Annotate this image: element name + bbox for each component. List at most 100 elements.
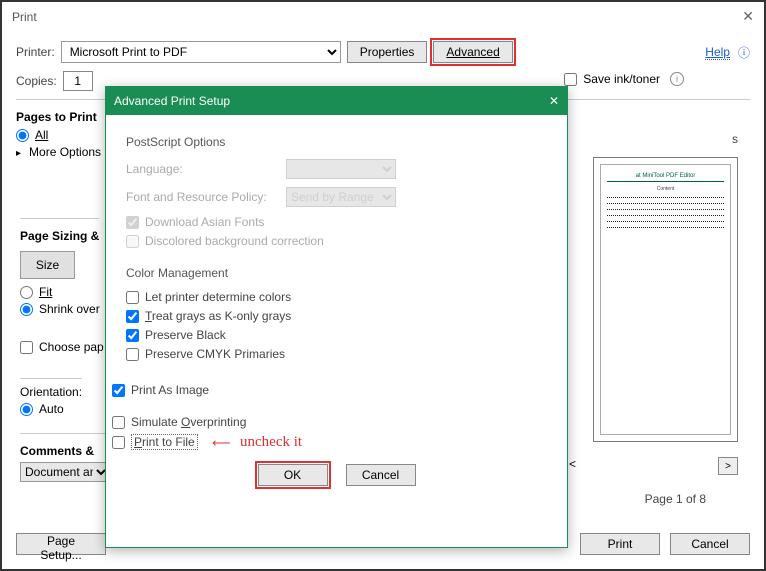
annotation-arrow-icon: ⟵ [212, 435, 231, 451]
separator [20, 378, 82, 379]
properties-button[interactable]: Properties [347, 41, 428, 63]
print-as-image-label: Print As Image [131, 383, 209, 397]
shrink-radio-row: Shrink over [20, 302, 100, 316]
treat-grays-label: Treat grays as K-only grays [145, 309, 291, 323]
color-management-title: Color Management [126, 266, 547, 280]
auto-label: Auto [39, 402, 64, 416]
download-asian-row: Download Asian Fonts [126, 215, 547, 229]
fit-radio[interactable] [20, 286, 33, 299]
help-link[interactable]: Help [705, 45, 730, 60]
cancel-button[interactable]: Cancel [670, 533, 750, 555]
nav-prev-button[interactable]: < [569, 457, 576, 471]
page-nav: > [718, 457, 738, 475]
choose-paper-checkbox[interactable] [20, 341, 33, 354]
nav-prev-wrap: < [569, 457, 576, 471]
simulate-overprinting-row: Simulate Overprinting [112, 415, 547, 429]
comments-label: Comments & [20, 444, 110, 458]
close-icon[interactable]: ✕ [549, 94, 559, 108]
discolored-bg-label: Discolored background correction [145, 234, 324, 248]
save-ink-label: Save ink/toner [583, 72, 660, 86]
close-icon[interactable]: ✕ [742, 8, 754, 25]
font-policy-label: Font and Resource Policy: [126, 190, 276, 204]
ok-button[interactable]: OK [258, 464, 328, 486]
preview-page: at MiniTool PDF Editor Content [600, 164, 731, 435]
separator [20, 218, 99, 219]
print-to-file-label: Print to File [131, 434, 198, 450]
preserve-cmyk-row: Preserve CMYK Primaries [126, 347, 547, 361]
preserve-black-label: Preserve Black [145, 328, 226, 342]
preserve-black-checkbox[interactable] [126, 329, 139, 342]
preserve-cmyk-label: Preserve CMYK Primaries [145, 347, 285, 361]
page-indicator: Page 1 of 8 [645, 492, 706, 506]
all-radio[interactable] [16, 129, 29, 142]
orientation-group: Orientation: Auto [20, 372, 82, 419]
download-asian-label: Download Asian Fonts [145, 215, 264, 229]
copies-label: Copies: [16, 74, 57, 88]
language-select [286, 159, 396, 179]
language-row: Language: [126, 159, 547, 179]
annotation-text: uncheck it [240, 434, 302, 451]
separator [20, 433, 110, 434]
treat-grays-checkbox[interactable] [126, 310, 139, 323]
auto-radio-row: Auto [20, 402, 82, 416]
page-setup-button[interactable]: Page Setup... [16, 533, 106, 555]
preserve-black-row: Preserve Black [126, 328, 547, 342]
print-as-image-checkbox[interactable] [112, 384, 125, 397]
size-button[interactable]: Size [20, 251, 75, 279]
orientation-label: Orientation: [20, 385, 82, 399]
choose-paper-label: Choose pap [39, 340, 104, 354]
print-button[interactable]: Print [580, 533, 660, 555]
chevron-right-icon [16, 145, 25, 159]
info-icon[interactable]: i [670, 72, 684, 86]
printer-row: Printer: Microsoft Print to PDF Properti… [16, 41, 750, 63]
font-policy-select: Send by Range [286, 187, 396, 207]
all-label: All [35, 128, 48, 142]
simulate-overprinting-label: Simulate Overprinting [131, 415, 246, 429]
printer-select[interactable]: Microsoft Print to PDF [61, 41, 341, 63]
nav-next-button[interactable]: > [718, 457, 738, 475]
print-to-file-checkbox[interactable] [112, 436, 125, 449]
shrink-label: Shrink over [39, 302, 100, 316]
postscript-options-title: PostScript Options [126, 135, 547, 149]
copies-input[interactable] [63, 71, 93, 91]
comments-select[interactable]: Document an [20, 462, 110, 482]
preview-doc-title: at MiniTool PDF Editor [607, 173, 724, 182]
more-options-label: More Options [29, 145, 101, 159]
auto-radio[interactable] [20, 403, 33, 416]
advanced-title-text: Advanced Print Setup [114, 94, 230, 108]
print-title-text: Print [12, 10, 37, 24]
help-icon: ⓘ [738, 44, 750, 61]
simulate-overprinting-checkbox[interactable] [112, 416, 125, 429]
discolored-bg-checkbox [126, 235, 139, 248]
advanced-title-bar: Advanced Print Setup ✕ [106, 87, 567, 115]
page-sizing-group: Page Sizing & Size [20, 212, 99, 279]
comments-group: Comments & Document an [20, 427, 110, 482]
advanced-body: PostScript Options Language: Font and Re… [106, 115, 567, 502]
page-sizing-label: Page Sizing & [20, 229, 99, 243]
let-printer-checkbox[interactable] [126, 291, 139, 304]
cancel-button[interactable]: Cancel [346, 464, 416, 486]
language-label: Language: [126, 162, 276, 176]
printer-label: Printer: [16, 45, 55, 59]
download-asian-checkbox [126, 216, 139, 229]
advanced-button[interactable]: Advanced [433, 41, 512, 63]
print-as-image-row: Print As Image [112, 383, 547, 397]
shrink-radio[interactable] [20, 303, 33, 316]
font-policy-row: Font and Resource Policy: Send by Range [126, 187, 547, 207]
fit-label: Fit [39, 285, 52, 299]
print-title-bar: Print ✕ [2, 2, 764, 31]
print-to-file-row: Print to File ⟵ uncheck it [112, 434, 547, 450]
fit-group: Fit Shrink over [20, 282, 100, 319]
advanced-print-setup-dialog: Advanced Print Setup ✕ PostScript Option… [105, 86, 568, 548]
preserve-cmyk-checkbox[interactable] [126, 348, 139, 361]
discolored-bg-row: Discolored background correction [126, 234, 547, 248]
save-ink-checkbox[interactable] [564, 73, 577, 86]
preview-header: s [732, 132, 738, 146]
let-printer-row: Let printer determine colors [126, 290, 547, 304]
choose-paper-row: Choose pap [20, 340, 104, 354]
advanced-bottom-buttons: OK Cancel [126, 464, 547, 486]
let-printer-label: Let printer determine colors [145, 290, 291, 304]
fit-radio-row: Fit [20, 285, 100, 299]
preview-line [607, 222, 724, 228]
treat-grays-row: Treat grays as K-only grays [126, 309, 547, 323]
